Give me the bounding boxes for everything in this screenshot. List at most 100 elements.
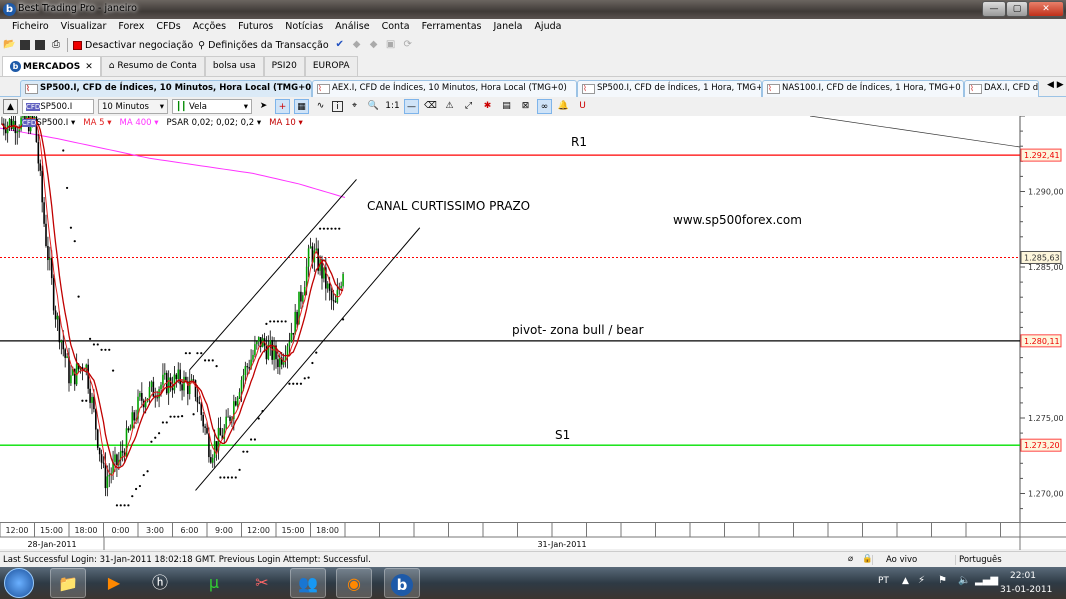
fibonacci-icon[interactable]: ⤢ [461,99,476,114]
show-hidden-icons[interactable]: ▲ [902,576,909,586]
legend-ma5[interactable]: MA 5 ▾ [83,118,111,128]
refresh-icon[interactable]: ⟳ [402,39,414,51]
hp-icon[interactable]: ⓗ [142,568,178,598]
maximize-button[interactable]: ▢ [1006,1,1028,17]
chart-type-select[interactable]: ┃┃ Vela ▾ [172,99,252,114]
save-icon[interactable] [20,40,30,50]
legend-psar[interactable]: PSAR 0,02; 0,02; 0,2 ▾ [167,118,262,128]
forward-icon[interactable]: ◆ [368,39,380,51]
print-icon[interactable]: ⎙ [50,39,62,51]
line-tool-icon[interactable]: — [404,99,419,114]
link-icon[interactable]: ∞ [537,99,552,114]
menu-janela[interactable]: Janela [487,19,528,35]
legend-ma400[interactable]: MA 400 ▾ [119,118,158,128]
snipping-tool-icon[interactable]: ✂ [244,568,280,598]
psar-dot [157,432,161,435]
chart-canvas[interactable]: 1.290,00 1.285,00 1.275,00 1.270,00 1.292,41… [0,93,1066,525]
menu-visualizar[interactable]: Visualizar [55,19,113,35]
tab-psi20[interactable]: PSI20 [263,56,305,76]
volume-icon[interactable]: 🔈 [958,575,970,586]
candle-body [39,163,42,171]
zoom-icon[interactable]: 🔍 [366,99,381,114]
disable-trading-button[interactable]: Desactivar negociação [73,40,193,51]
save-as-icon[interactable] [35,40,45,50]
one-to-one-button[interactable]: 1:1 [385,99,400,114]
tab-label: SP500.I, CFD de Índices, 10 Minutos, Hor… [40,83,312,93]
menu-conta[interactable]: Conta [376,19,416,35]
pointer-icon[interactable]: ➤ [256,99,271,114]
close-tab-icon[interactable]: ✕ [85,62,93,72]
network-warning-icon[interactable]: ⚡ [918,575,925,586]
menu-ajuda[interactable]: Ajuda [528,19,567,35]
start-button[interactable] [4,568,34,598]
magnet-icon[interactable]: U [575,99,590,114]
timeframe-select[interactable]: 10 Minutos ▾ [98,99,168,114]
menu-forex[interactable]: Forex [112,19,150,35]
chart-tab-sp500-1h[interactable]: ⌇ SP500.I, CFD de Índices, 1 Hora, TMG+0 [577,80,762,97]
menu-futuros[interactable]: Futuros [232,19,279,35]
open-folder-icon[interactable]: 📂 [3,39,15,51]
chart-tab-aex-10m[interactable]: ⌇ AEX.I, CFD de Índices, 10 Minutos, Hora… [312,80,577,97]
level-price-label: 1.285,63 [1024,253,1060,262]
price-chart[interactable]: 1.290,00 1.285,00 1.275,00 1.270,00 1.292,41… [0,93,1066,525]
grid-icon[interactable]: ▦ [294,99,309,114]
annotate-icon[interactable]: ⌖ [347,99,362,114]
firefox-icon[interactable]: ◉ [336,568,372,598]
menu-análise[interactable]: Análise [329,19,375,35]
transaction-settings-button[interactable]: ⚲ Definições da Transacção [198,40,329,51]
candle-body [171,387,174,391]
signal-icon[interactable]: ▂▄▆ [975,575,998,586]
clock-date[interactable]: 31-01-2011 [1000,585,1052,595]
tab-resumo-de-conta[interactable]: ⌂ Resumo de Conta [100,56,205,76]
tab-bolsa-usa[interactable]: bolsa usa [204,56,264,76]
legend-symbol[interactable]: CFDSP500.I ▾ [22,118,75,128]
action-center-flag-icon[interactable]: ⚑ [938,575,947,586]
chart-tab-sp500-10m[interactable]: ⌇ SP500.I, CFD de Índices, 10 Minutos, Ho… [20,80,312,97]
trade-icon[interactable]: ✱ [480,99,495,114]
window-icon[interactable]: ▤ [499,99,514,114]
collapse-up-icon[interactable]: ▲ [3,99,18,114]
candle-body [144,401,147,408]
chart-tab-dax[interactable]: ⌇ DAX.I, CFD de [964,80,1039,97]
psar-dot [334,227,337,230]
check-icon[interactable]: ✔ [334,39,346,51]
legend-ma10[interactable]: MA 10 ▾ [269,118,303,128]
close-button[interactable]: ✕ [1028,1,1064,17]
psar-dot [100,348,103,351]
crosshair-icon[interactable]: + [275,99,290,114]
utorrent-icon[interactable]: µ [196,568,232,598]
psar-dot [322,227,326,230]
indicators-icon[interactable]: ∿ [313,99,328,114]
menu-ferramentas[interactable]: Ferramentas [416,19,488,35]
candle-body [62,340,65,350]
best-trading-icon[interactable]: b [384,568,420,598]
menu-notícias[interactable]: Notícias [279,19,329,35]
tab-europa[interactable]: EUROPA [304,56,358,76]
bell-icon[interactable]: 🔔 [556,99,571,114]
candle-body [141,393,143,401]
tab-scroll-arrows[interactable]: ◀ ▶ [1047,80,1064,96]
chart-tab-nas100-1h[interactable]: ⌇ NAS100.I, CFD de Índices, 1 Hora, TMG+0 [762,80,964,97]
psar-dot [269,320,272,323]
eraser-icon[interactable]: ⌫ [423,99,438,114]
tab-mercados[interactable]: b MERCADOS ✕ [2,56,101,76]
psar-dot [318,227,322,230]
back-icon[interactable]: ◆ [351,39,363,51]
messenger-icon[interactable]: 👥 [290,568,326,598]
input-language[interactable]: PT [878,576,889,586]
alert-icon[interactable]: ⚠ [442,99,457,114]
chart-icon: ⌇ [969,84,982,94]
info-icon[interactable]: i [332,101,343,112]
minimize-button[interactable]: — [982,1,1006,17]
close-chart-icon[interactable]: ⊠ [518,99,533,114]
menu-ficheiro[interactable]: Ficheiro [6,19,55,35]
explorer-icon[interactable]: 📁 [50,568,86,598]
menu-cfds[interactable]: CFDs [150,19,186,35]
clock-time[interactable]: 22:01 [1010,571,1036,581]
lock-icon[interactable]: ▣ [385,39,397,51]
psar-dot [280,320,283,323]
symbol-input[interactable]: CFDSP500.I [22,99,94,114]
menu-acções[interactable]: Acções [187,19,232,35]
media-player-icon[interactable]: ▶ [96,568,132,598]
psar-dot [215,364,218,368]
